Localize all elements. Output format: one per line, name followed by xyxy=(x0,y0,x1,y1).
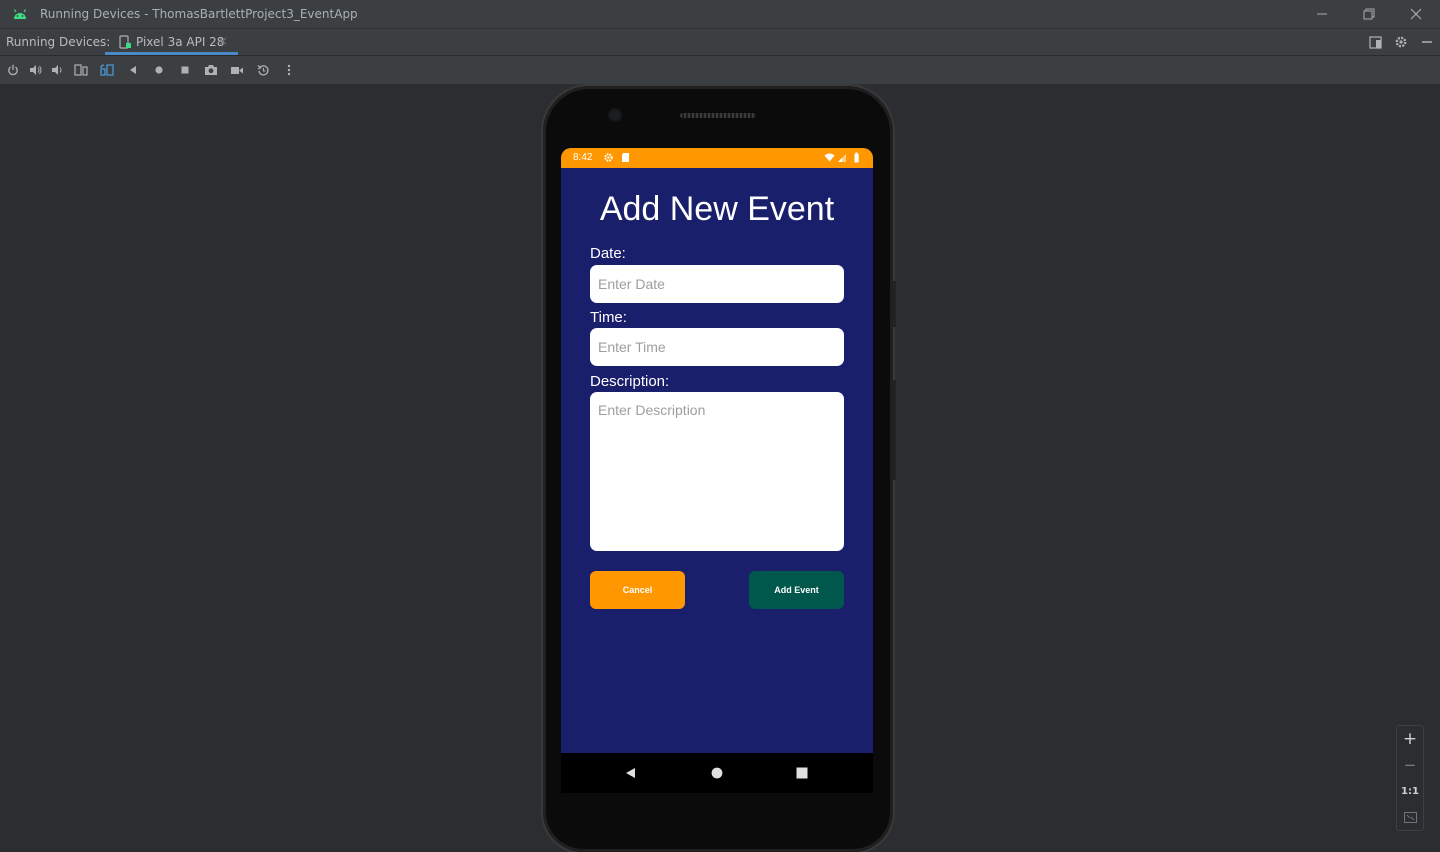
time-input[interactable] xyxy=(590,328,844,366)
more-options-button[interactable] xyxy=(281,62,297,78)
tab-pixel-3a[interactable]: Pixel 3a API 28 × xyxy=(105,29,238,55)
emulator-toolbar xyxy=(0,56,1440,85)
minimize-button[interactable] xyxy=(1299,0,1345,28)
time-label: Time: xyxy=(590,309,627,326)
nav-recents-icon xyxy=(796,767,808,779)
zoom-in-button[interactable]: + xyxy=(1397,726,1423,752)
earpiece-speaker xyxy=(680,113,756,118)
description-label: Description: xyxy=(590,373,670,390)
gear-icon xyxy=(1395,36,1407,48)
settings-button[interactable] xyxy=(1393,34,1409,50)
nav-back-button[interactable] xyxy=(623,766,637,780)
home-icon xyxy=(155,66,163,74)
layout-icon xyxy=(1368,35,1382,49)
signal-icon xyxy=(838,154,846,162)
volume-up-icon xyxy=(29,65,41,75)
overview-button[interactable] xyxy=(177,62,193,78)
wifi-icon xyxy=(824,153,835,162)
volume-down-button[interactable] xyxy=(49,62,65,78)
fit-screen-button[interactable] xyxy=(1397,804,1423,830)
rotate-right-icon xyxy=(100,64,114,76)
close-window-button[interactable] xyxy=(1393,0,1439,28)
device-icon xyxy=(119,35,131,49)
battery-icon xyxy=(854,152,859,163)
hide-button[interactable] xyxy=(1419,34,1435,50)
tab-label: Pixel 3a API 28 xyxy=(136,35,225,49)
side-power-button[interactable] xyxy=(893,281,896,327)
volume-up-button[interactable] xyxy=(27,62,43,78)
title-bar: Running Devices - ThomasBartlettProject3… xyxy=(0,0,1440,29)
back-icon xyxy=(130,66,136,74)
zoom-out-button[interactable]: − xyxy=(1397,752,1423,778)
power-button[interactable] xyxy=(5,62,21,78)
reset-button[interactable] xyxy=(255,62,271,78)
restore-icon xyxy=(1363,8,1375,20)
side-volume-button[interactable] xyxy=(893,380,896,480)
hide-icon xyxy=(1422,41,1432,43)
settings-icon xyxy=(604,153,613,162)
navigation-bar xyxy=(561,753,873,793)
overview-icon xyxy=(181,66,189,74)
tab-close-button[interactable]: × xyxy=(218,34,228,48)
status-bar: 8:42 xyxy=(561,148,873,168)
date-input[interactable] xyxy=(590,265,844,303)
actual-size-button[interactable]: 1:1 xyxy=(1397,778,1423,804)
nav-home-icon xyxy=(711,767,723,779)
layout-button[interactable] xyxy=(1367,34,1383,50)
back-button[interactable] xyxy=(125,62,141,78)
minimize-icon xyxy=(1317,13,1327,15)
zoom-controls: + − 1:1 xyxy=(1396,725,1424,831)
android-icon xyxy=(13,9,27,19)
power-icon xyxy=(8,64,18,76)
add-event-button[interactable]: Add Event xyxy=(749,571,844,609)
volume-down-icon xyxy=(52,65,62,75)
page-title: Add New Event xyxy=(599,190,835,228)
window-title: Running Devices - ThomasBartlettProject3… xyxy=(40,7,358,21)
more-icon xyxy=(287,64,291,76)
fit-screen-icon xyxy=(1403,811,1417,823)
rotate-left-icon xyxy=(74,64,88,76)
reset-icon xyxy=(257,64,269,75)
description-input[interactable] xyxy=(590,392,844,551)
screenshot-icon xyxy=(205,65,217,75)
screenshot-button[interactable] xyxy=(203,62,219,78)
cancel-button[interactable]: Cancel xyxy=(590,571,685,609)
status-time: 8:42 xyxy=(573,152,593,163)
device-frame: 8:42 Add New Event Date: Time: xyxy=(543,86,896,852)
close-icon xyxy=(1410,8,1422,20)
front-camera-icon xyxy=(610,110,620,120)
tool-window-label: Running Devices: xyxy=(6,35,111,49)
home-button[interactable] xyxy=(151,62,167,78)
rotate-right-button[interactable] xyxy=(99,62,115,78)
device-screen[interactable]: 8:42 Add New Event Date: Time: xyxy=(561,148,873,753)
sd-card-icon xyxy=(622,153,629,162)
nav-home-button[interactable] xyxy=(710,766,724,780)
rotate-left-button[interactable] xyxy=(73,62,89,78)
nav-back-icon xyxy=(626,768,635,778)
date-label: Date: xyxy=(590,245,626,262)
tool-window-tab-bar: Running Devices: Pixel 3a API 28 × xyxy=(0,29,1440,56)
restore-button[interactable] xyxy=(1346,0,1392,28)
screen-record-icon xyxy=(231,66,243,74)
nav-recents-button[interactable] xyxy=(795,766,809,780)
screen-record-button[interactable] xyxy=(229,62,245,78)
